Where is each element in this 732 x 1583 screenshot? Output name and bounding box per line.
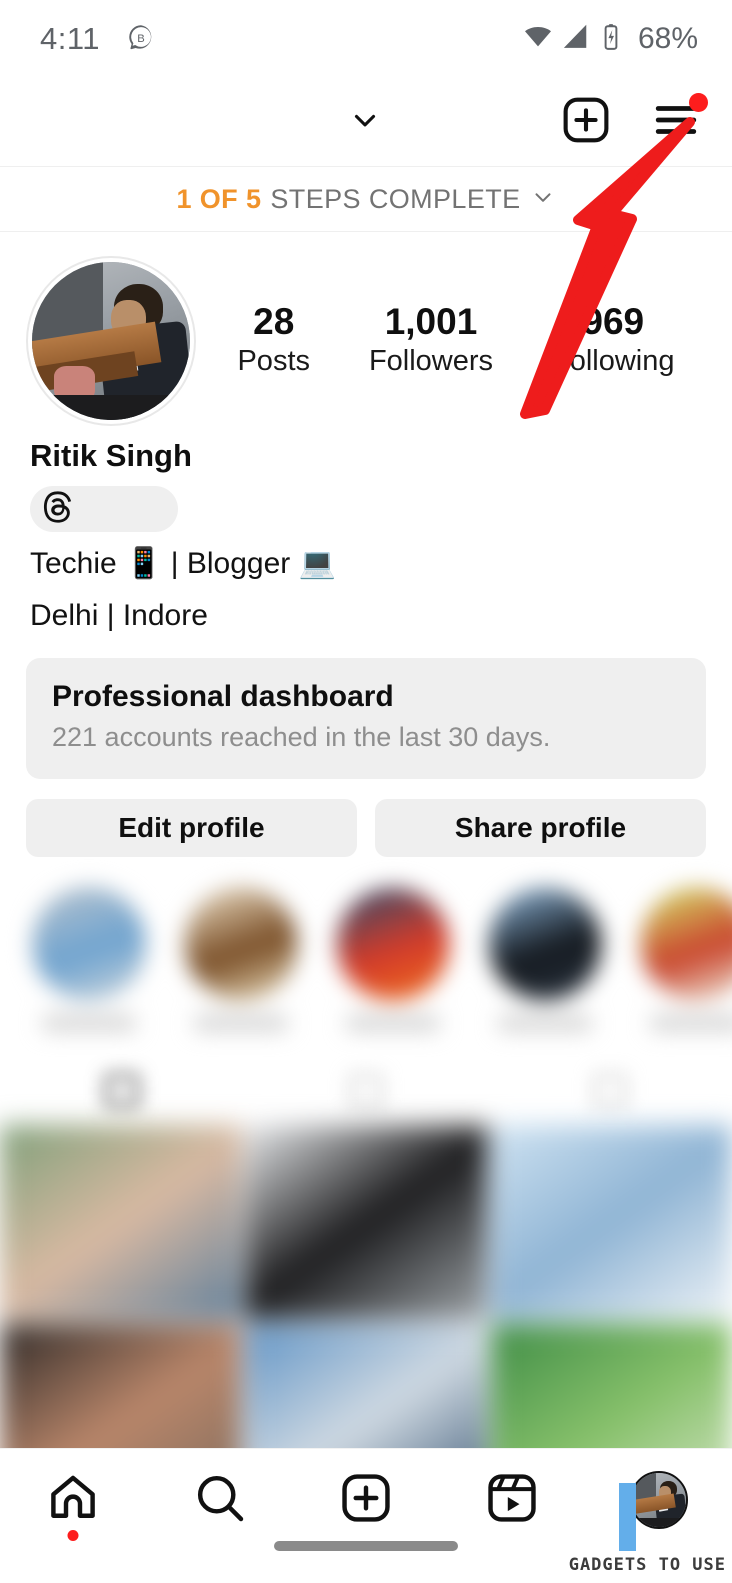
- search-icon: [192, 1470, 248, 1531]
- reels-icon: [484, 1470, 540, 1531]
- profile-tab[interactable]: [488, 1057, 732, 1125]
- story-highlight-thumbnail: [334, 884, 452, 1003]
- bottom-navigation: [0, 1448, 732, 1583]
- story-highlight-thumbnail: [30, 884, 148, 1003]
- plus-box-icon[interactable]: [560, 94, 612, 151]
- post-thumbnail[interactable]: [245, 1124, 487, 1320]
- story-highlight[interactable]: [638, 884, 732, 1031]
- story-highlight[interactable]: [182, 884, 300, 1031]
- grid-tab-icon: [105, 1073, 139, 1108]
- story-highlight-label: [649, 1014, 732, 1031]
- profile-summary-row: 28 Posts 1,001 Followers 969 Following: [0, 232, 732, 424]
- post-thumbnail[interactable]: [0, 1124, 242, 1320]
- posts-count: 28: [253, 301, 295, 343]
- home-icon: [45, 1470, 101, 1531]
- app-header: [0, 78, 732, 166]
- stat-followers[interactable]: 1,001 Followers: [369, 301, 493, 380]
- stat-following[interactable]: 969 Following: [552, 301, 675, 380]
- professional-dashboard-card[interactable]: Professional dashboard 221 accounts reac…: [26, 657, 706, 779]
- posts-label: Posts: [237, 344, 310, 377]
- story-highlights-row[interactable]: [0, 857, 732, 1031]
- profile-tab[interactable]: [244, 1057, 488, 1125]
- dashboard-subtitle: 221 accounts reached in the last 30 days…: [52, 721, 551, 752]
- battery-percent: 68%: [637, 22, 698, 55]
- profile-name-bio: Ritik Singh Techie 📱 | Blogger 💻 Delhi |…: [0, 424, 732, 636]
- profile-full-name: Ritik Singh: [30, 438, 192, 473]
- story-highlight-thumbnail: [182, 884, 300, 1003]
- nav-home[interactable]: [0, 1467, 146, 1541]
- avatar[interactable]: [28, 258, 194, 424]
- story-highlight-thumbnail: [638, 884, 732, 1003]
- post-thumbnail[interactable]: [490, 1124, 732, 1320]
- steps-label: STEPS COMPLETE: [270, 183, 521, 214]
- battery-charging-icon: [599, 23, 623, 56]
- followers-label: Followers: [368, 344, 494, 377]
- profile-tabs[interactable]: [0, 1057, 732, 1125]
- nav-profile[interactable]: [586, 1467, 732, 1533]
- home-notification-dot: [67, 1530, 79, 1541]
- profile-tab[interactable]: [0, 1057, 244, 1125]
- status-bar-left: 4:11 B: [40, 21, 156, 57]
- nav-create[interactable]: [293, 1467, 439, 1533]
- dashboard-title: Professional dashboard: [52, 679, 394, 713]
- profile-stats: 28 Posts 1,001 Followers 969 Following: [194, 301, 704, 380]
- threads-badge[interactable]: [30, 486, 178, 532]
- home-indicator: [274, 1541, 458, 1551]
- following-count: 969: [582, 301, 645, 343]
- tagged-tab-icon: [593, 1073, 627, 1108]
- story-highlight[interactable]: [334, 884, 452, 1031]
- message-b-icon: B: [126, 22, 156, 57]
- story-highlight-label: [497, 1014, 593, 1031]
- story-highlight[interactable]: [30, 884, 148, 1031]
- nav-reels[interactable]: [439, 1467, 585, 1533]
- create-plus-icon: [338, 1470, 394, 1531]
- profile-photo: [32, 262, 190, 420]
- story-highlight[interactable]: [486, 884, 604, 1031]
- story-highlight-label: [193, 1014, 289, 1031]
- profile-bio-line-2: Delhi | Indore: [30, 598, 208, 632]
- chevron-down-icon[interactable]: [348, 103, 382, 142]
- username-switcher[interactable]: [34, 103, 560, 142]
- story-highlight-label: [41, 1014, 137, 1031]
- story-highlight-label: [345, 1014, 441, 1031]
- reels-tab-icon: [349, 1073, 383, 1108]
- header-actions: [560, 92, 708, 151]
- following-label: Following: [552, 344, 675, 377]
- profile-action-buttons: Edit profile Share profile: [0, 779, 732, 857]
- edit-profile-button[interactable]: Edit profile: [26, 798, 357, 857]
- status-bar-right: 68%: [523, 22, 698, 57]
- profile-avatar-icon: [629, 1471, 688, 1529]
- steps-count: 1 OF 5: [176, 183, 262, 214]
- menu-notification-dot: [689, 92, 708, 112]
- instagram-profile-screen: 4:11 B 68% 1 OF 5 STEPS COMPLETE 28 Post…: [0, 0, 732, 1583]
- profile-bio-line-1: Techie 📱 | Blogger 💻: [30, 547, 336, 580]
- share-profile-button[interactable]: Share profile: [375, 798, 706, 857]
- status-time: 4:11: [40, 21, 101, 56]
- story-highlight-thumbnail: [486, 884, 604, 1003]
- onboarding-steps-bar[interactable]: 1 OF 5 STEPS COMPLETE: [0, 166, 732, 232]
- followers-count: 1,001: [384, 301, 478, 343]
- nav-search[interactable]: [146, 1467, 292, 1533]
- wifi-icon: [523, 22, 553, 57]
- svg-text:B: B: [137, 33, 145, 45]
- chevron-down-icon[interactable]: [530, 184, 556, 215]
- stat-posts[interactable]: 28 Posts: [237, 301, 310, 380]
- cellular-signal-icon: [562, 23, 590, 56]
- threads-logo-icon: [42, 490, 76, 529]
- hamburger-menu-icon[interactable]: [650, 92, 708, 148]
- status-bar: 4:11 B 68%: [0, 0, 732, 78]
